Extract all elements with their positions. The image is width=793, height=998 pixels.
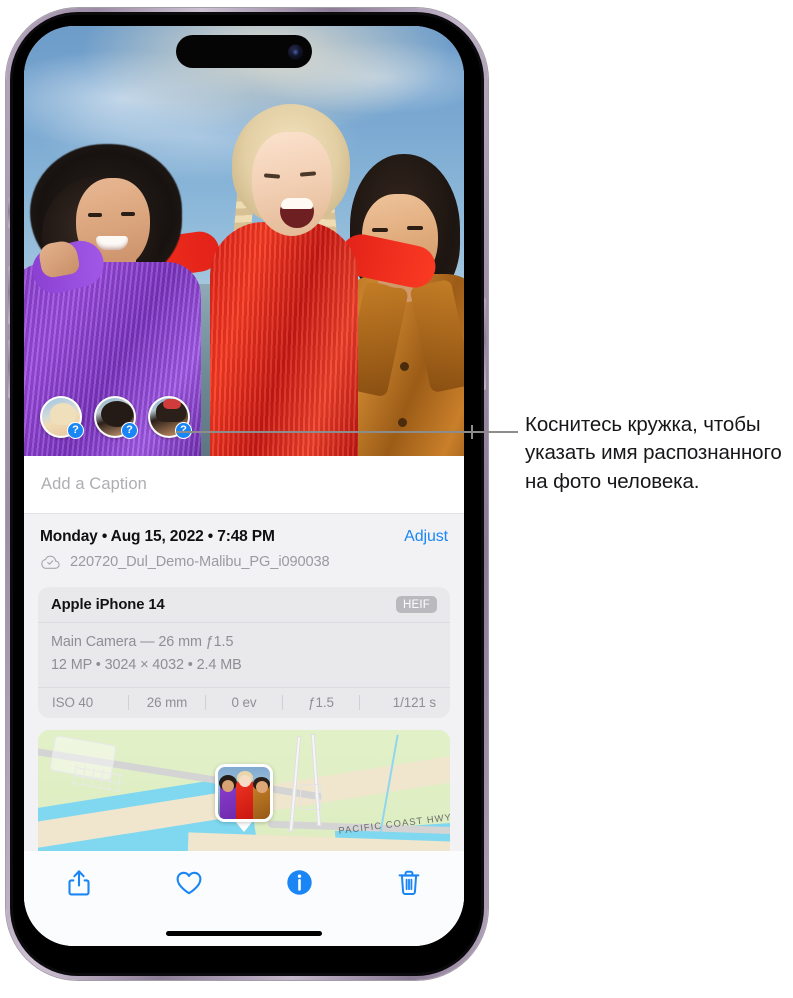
stat-iso: ISO 40 bbox=[52, 694, 94, 710]
map-photo-pin[interactable] bbox=[215, 763, 273, 832]
person3-right-eye bbox=[407, 226, 423, 230]
pin-person1-face bbox=[222, 779, 234, 792]
photo-filename: 220720_Dul_Demo-Malibu_PG_i090038 bbox=[70, 554, 330, 570]
caption-placeholder: Add a Caption bbox=[41, 475, 147, 493]
stat-exposure-value: 0 ev bbox=[231, 694, 257, 710]
exif-body: Main Camera — 26 mm ƒ1.5 12 MP • 3024 × … bbox=[38, 623, 450, 687]
phone-screen: ? ? ? Add a Caption Monday • Aug 15, 202… bbox=[24, 26, 464, 946]
unnamed-person-badge-1[interactable]: ? bbox=[67, 422, 84, 439]
info-icon bbox=[286, 869, 313, 901]
stat-focal-length: 26 mm bbox=[146, 694, 188, 710]
person3-left-eye bbox=[372, 228, 388, 232]
info-button[interactable] bbox=[244, 865, 354, 905]
share-button[interactable] bbox=[24, 865, 134, 905]
favorite-button[interactable] bbox=[134, 865, 244, 905]
pin-person2-face bbox=[239, 774, 251, 787]
filename-row: 220720_Dul_Demo-Malibu_PG_i090038 bbox=[40, 554, 448, 570]
exif-stats-row: ISO 40 26 mm 0 ev ƒ1.5 1/121 s bbox=[38, 688, 450, 718]
cloud-check-icon bbox=[40, 554, 61, 570]
delete-button[interactable] bbox=[354, 865, 464, 905]
lens-info: Main Camera — 26 mm ƒ1.5 bbox=[51, 634, 234, 650]
callout-leader-tick bbox=[471, 425, 473, 439]
share-icon bbox=[67, 868, 91, 903]
bottom-toolbar bbox=[24, 851, 464, 946]
device-name: Apple iPhone 14 bbox=[51, 596, 165, 613]
person1-smile bbox=[96, 236, 128, 250]
person3-jacket-button-2 bbox=[398, 418, 407, 427]
callout-text: Коснитесь кружка, чтобы указать имя расп… bbox=[525, 413, 782, 493]
adjust-button[interactable]: Adjust bbox=[404, 528, 448, 546]
caption-input-row[interactable]: Add a Caption bbox=[24, 456, 464, 513]
trash-icon bbox=[397, 869, 421, 902]
stat-aperture: ƒ1.5 bbox=[308, 694, 334, 710]
person1-left-eye bbox=[88, 213, 102, 217]
face-circles-row: ? ? ? bbox=[40, 396, 192, 439]
map-pin-pointer bbox=[235, 820, 253, 832]
stat-shutter-speed: 1/121 s bbox=[392, 694, 436, 710]
photo-viewer[interactable]: ? ? ? bbox=[24, 26, 464, 456]
person2-red-top bbox=[210, 222, 358, 456]
person1-right-eye bbox=[121, 212, 135, 216]
dynamic-island bbox=[176, 35, 312, 68]
map-pin-thumbnail bbox=[215, 763, 273, 822]
face-circle-1[interactable]: ? bbox=[40, 396, 84, 439]
home-indicator[interactable] bbox=[166, 931, 322, 936]
heart-icon bbox=[175, 870, 203, 901]
pin-person3-face bbox=[256, 780, 268, 793]
resolution-info: 12 MP • 3024 × 4032 • 2.4 MB bbox=[51, 657, 242, 674]
photo-datetime: Monday • Aug 15, 2022 • 7:48 PM bbox=[40, 528, 275, 545]
format-badge: HEIF bbox=[396, 596, 437, 613]
exif-header: Apple iPhone 14 HEIF bbox=[38, 587, 450, 622]
person3-jacket-button-1 bbox=[400, 362, 409, 371]
metadata-block: Monday • Aug 15, 2022 • 7:48 PM Adjust 2… bbox=[38, 514, 450, 574]
front-camera-icon bbox=[288, 44, 303, 59]
person2-teeth bbox=[281, 198, 313, 209]
map-road-loop bbox=[300, 783, 322, 810]
face-circle-2[interactable]: ? bbox=[94, 396, 138, 439]
unnamed-person-badge-2[interactable]: ? bbox=[121, 422, 138, 439]
screenshot-root: ? ? ? Add a Caption Monday • Aug 15, 202… bbox=[0, 0, 793, 998]
callout-leader-line bbox=[176, 431, 518, 433]
exif-card[interactable]: Apple iPhone 14 HEIF Main Camera — 26 mm… bbox=[38, 587, 450, 718]
date-row: Monday • Aug 15, 2022 • 7:48 PM Adjust bbox=[40, 528, 448, 546]
